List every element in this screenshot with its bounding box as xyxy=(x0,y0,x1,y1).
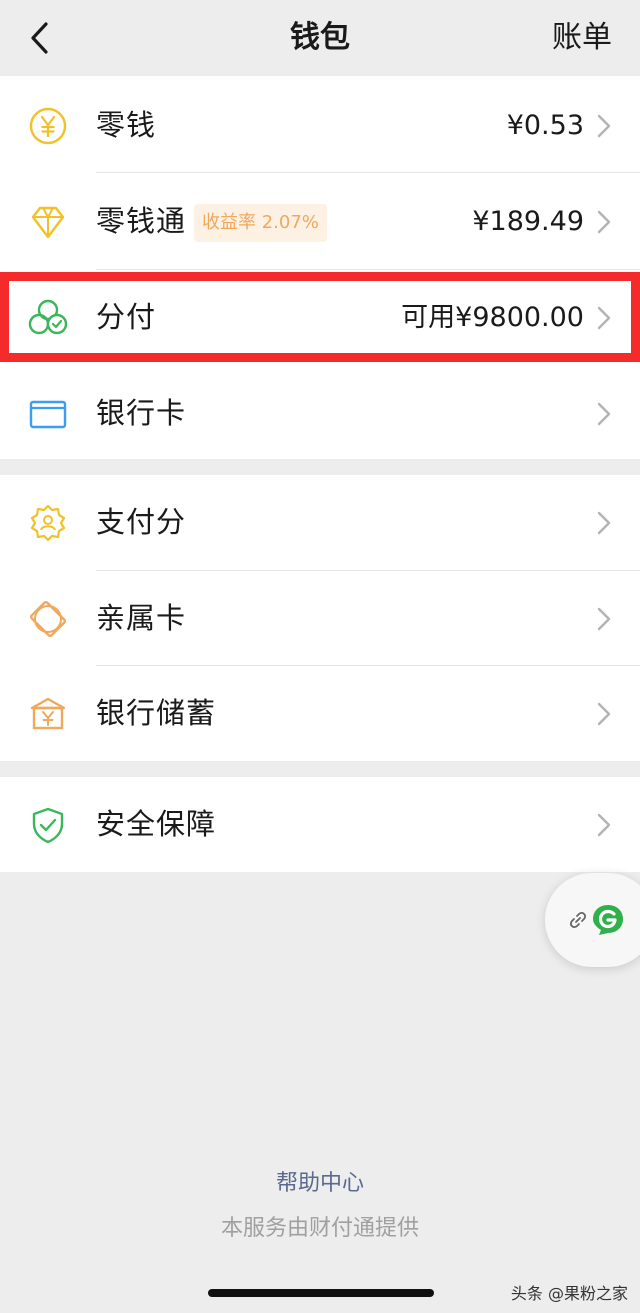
row-value: ¥0.53 xyxy=(506,110,584,141)
row-change-plus[interactable]: 零钱通 收益率 2.07% ¥189.49 xyxy=(0,174,640,269)
page-title: 钱包 xyxy=(290,20,350,55)
home-indicator[interactable] xyxy=(208,1289,434,1297)
divider xyxy=(96,172,640,173)
chevron-right-icon xyxy=(597,702,611,726)
pay-score-badge-icon xyxy=(28,503,68,543)
bill-button[interactable]: 账单 xyxy=(552,18,612,58)
wallet-section: 零钱 ¥0.53 零钱通 收益率 2.07% ¥189.49 分付 可用¥980… xyxy=(0,76,640,459)
row-security[interactable]: 安全保障 xyxy=(0,777,640,872)
chevron-right-icon xyxy=(597,511,611,535)
row-label: 银行卡 xyxy=(96,396,187,430)
row-value: ¥189.49 xyxy=(472,206,584,237)
row-bank-card[interactable]: 银行卡 xyxy=(0,366,640,461)
chevron-right-icon xyxy=(597,210,611,234)
row-bank-savings[interactable]: 银行储蓄 xyxy=(0,666,640,761)
floating-shortcut-button[interactable] xyxy=(545,873,640,967)
row-pay-score[interactable]: 支付分 xyxy=(0,475,640,570)
row-label: 零钱 xyxy=(96,108,157,142)
row-label: 银行储蓄 xyxy=(96,696,217,730)
row-label: 零钱通 xyxy=(96,204,187,238)
security-section: 安全保障 xyxy=(0,777,640,872)
chevron-right-icon xyxy=(597,813,611,837)
row-value: 可用¥9800.00 xyxy=(401,302,584,333)
services-section: 支付分 亲属卡 银行储蓄 xyxy=(0,475,640,761)
green-g-app-icon xyxy=(593,905,623,935)
chevron-right-icon xyxy=(597,607,611,631)
row-label: 亲属卡 xyxy=(96,601,187,635)
link-icon xyxy=(569,911,587,929)
watermark: 头条 @果粉之家 xyxy=(510,1284,628,1303)
family-card-icon xyxy=(28,599,68,639)
diamond-icon xyxy=(28,202,68,242)
shield-check-icon xyxy=(28,805,68,845)
nav-bar: 钱包 账单 xyxy=(0,0,640,76)
bank-savings-icon xyxy=(28,694,68,734)
bank-card-icon xyxy=(28,394,68,434)
row-fenfu[interactable]: 分付 可用¥9800.00 xyxy=(0,270,640,365)
row-change[interactable]: 零钱 ¥0.53 xyxy=(0,78,640,173)
row-label: 安全保障 xyxy=(96,807,217,841)
yen-coin-icon xyxy=(28,106,68,146)
yield-rate-badge: 收益率 2.07% xyxy=(194,204,327,242)
row-label: 支付分 xyxy=(96,505,187,539)
row-label: 分付 xyxy=(96,300,157,334)
fenfu-clover-icon xyxy=(28,298,68,338)
row-family-card[interactable]: 亲属卡 xyxy=(0,571,640,666)
chevron-right-icon xyxy=(597,114,611,138)
chevron-right-icon xyxy=(597,402,611,426)
chevron-right-icon xyxy=(597,306,611,330)
provider-text: 本服务由财付通提供 xyxy=(220,1216,419,1241)
help-center-link[interactable]: 帮助中心 xyxy=(0,1165,640,1197)
